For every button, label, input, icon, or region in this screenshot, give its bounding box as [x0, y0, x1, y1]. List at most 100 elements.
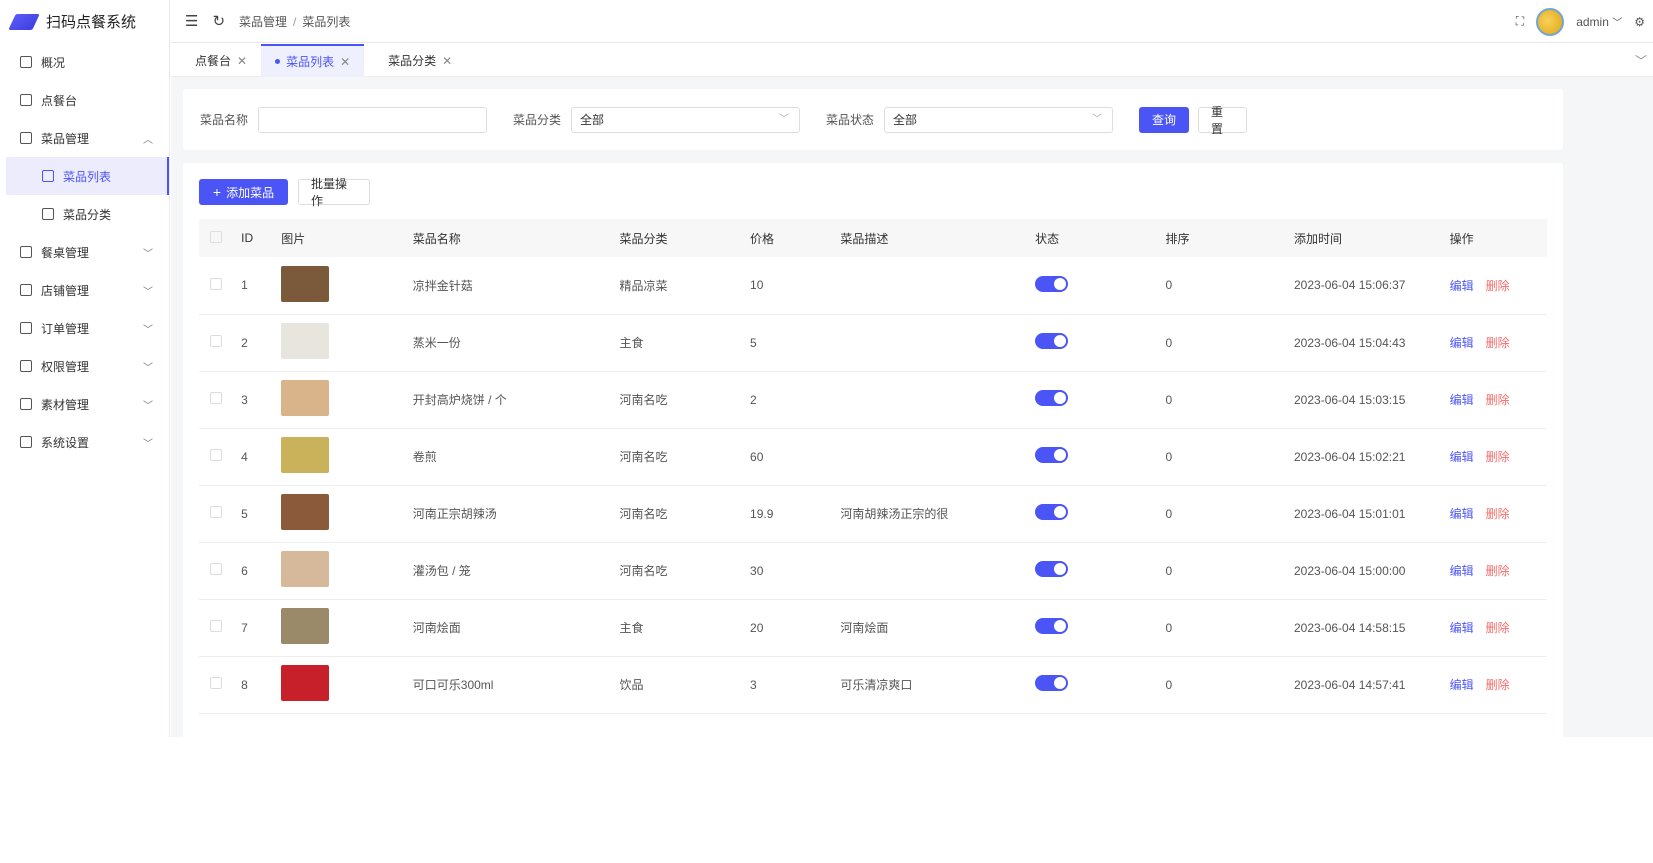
sidebar-item[interactable]: 餐桌管理 ﹀ [0, 233, 169, 271]
row-checkbox[interactable] [210, 563, 222, 575]
dish-image[interactable] [281, 437, 330, 473]
dish-sort: 0 [1165, 428, 1294, 486]
tab-label: 菜品分类 [388, 54, 437, 68]
category-select[interactable]: 全部 ﹀ [571, 106, 801, 133]
edit-link[interactable]: 编辑 [1450, 621, 1474, 635]
edit-link[interactable]: 编辑 [1450, 678, 1474, 692]
sidebar-item-label: 菜品管理 [41, 131, 90, 146]
column-header: 菜品分类 [619, 219, 751, 257]
delete-link[interactable]: 删除 [1486, 564, 1510, 578]
row-checkbox[interactable] [210, 677, 222, 689]
row-checkbox[interactable] [210, 449, 222, 461]
sidebar-item[interactable]: 店铺管理 ﹀ [0, 271, 169, 309]
status-toggle[interactable] [1035, 675, 1069, 691]
dish-image[interactable] [281, 608, 330, 644]
batch-button[interactable]: 批量操作 [298, 177, 370, 208]
chart-icon [20, 56, 32, 68]
sidebar-item-label: 素材管理 [41, 397, 90, 412]
chevron-down-icon: ﹀ [143, 286, 153, 298]
sidebar-item[interactable]: 订单管理 ﹀ [0, 309, 169, 347]
tab-dish-list[interactable]: 菜品列表 ✕ [261, 44, 365, 77]
status-toggle[interactable] [1035, 561, 1069, 577]
sidebar-item[interactable]: 权限管理 ﹀ [0, 347, 169, 385]
edit-link[interactable]: 编辑 [1450, 279, 1474, 293]
query-button[interactable]: 查询 [1139, 106, 1190, 133]
dish-image[interactable] [281, 265, 330, 302]
row-checkbox[interactable] [210, 277, 222, 290]
tab-dining[interactable]: 点餐台 ✕ [171, 44, 261, 77]
status-toggle[interactable] [1035, 618, 1069, 634]
delete-link[interactable]: 删除 [1486, 678, 1510, 692]
close-icon[interactable]: ✕ [442, 54, 452, 68]
dish-sort: 0 [1165, 371, 1294, 429]
delete-link[interactable]: 删除 [1486, 393, 1510, 407]
sidebar-item-label: 权限管理 [41, 359, 90, 374]
breadcrumb-item: 菜品列表 [302, 14, 351, 29]
tab-dish-category[interactable]: 菜品分类 ✕ [364, 44, 466, 77]
sidebar-item[interactable]: 系统设置 ﹀ [0, 423, 169, 461]
add-dish-button[interactable]: + 添加菜品 [199, 179, 288, 205]
sidebar-item[interactable]: 点餐台 [0, 81, 169, 119]
select-all-checkbox[interactable] [210, 230, 222, 243]
fullscreen-icon[interactable]: ⛶ [1516, 14, 1524, 29]
dish-price: 20 [750, 599, 841, 657]
user-menu[interactable]: admin ﹀ [1576, 14, 1622, 29]
edit-link[interactable]: 编辑 [1450, 507, 1474, 521]
reset-button[interactable]: 重置 [1198, 105, 1248, 136]
dish-image[interactable] [281, 323, 330, 359]
collapse-menu-icon[interactable]: ☰ [185, 12, 198, 30]
breadcrumb-item[interactable]: 菜品管理 [239, 15, 287, 29]
avatar[interactable] [1536, 7, 1565, 36]
row-checkbox[interactable] [210, 335, 222, 347]
status-toggle[interactable] [1035, 504, 1069, 520]
chevron-down-icon[interactable]: ﹀ [1635, 52, 1647, 69]
status-toggle[interactable] [1035, 390, 1069, 406]
edit-link[interactable]: 编辑 [1450, 564, 1474, 578]
delete-link[interactable]: 删除 [1486, 279, 1510, 293]
delete-link[interactable]: 删除 [1486, 336, 1510, 350]
gear-icon[interactable]: ⚙ [1634, 15, 1645, 29]
close-icon[interactable]: ✕ [237, 54, 247, 68]
edit-link[interactable]: 编辑 [1450, 450, 1474, 464]
dish-name: 可口可乐300ml [412, 656, 620, 714]
refresh-icon[interactable]: ↻ [212, 12, 225, 30]
dish-image[interactable] [281, 551, 330, 587]
column-header: 操作 [1449, 219, 1547, 257]
dish-name: 河南正宗胡辣汤 [412, 485, 620, 543]
sidebar-item[interactable]: 素材管理 ﹀ [0, 385, 169, 423]
delete-link[interactable]: 删除 [1486, 507, 1510, 521]
sidebar-item-label: 系统设置 [41, 435, 90, 450]
edit-link[interactable]: 编辑 [1450, 393, 1474, 407]
dish-description: 河南胡辣汤正宗的很 [840, 485, 1036, 543]
dish-id: 7 [241, 599, 282, 657]
sidebar-item[interactable]: 菜品管理 ︿ [0, 119, 169, 157]
dish-image[interactable] [281, 665, 330, 701]
edit-link[interactable]: 编辑 [1450, 336, 1474, 350]
delete-link[interactable]: 删除 [1486, 450, 1510, 464]
close-icon[interactable]: ✕ [340, 55, 350, 69]
filter-form: 菜品名称 菜品分类 全部 ﹀ 菜品状态 全部 ﹀ 查询 重置 [183, 89, 1563, 150]
dish-image[interactable] [281, 494, 330, 530]
status-toggle[interactable] [1035, 447, 1069, 463]
delete-link[interactable]: 删除 [1486, 621, 1510, 635]
row-checkbox[interactable] [210, 506, 222, 518]
row-checkbox[interactable] [210, 620, 222, 632]
dish-image[interactable] [281, 380, 330, 416]
tab-label: 菜品列表 [286, 55, 335, 69]
column-header: 图片 [281, 219, 413, 257]
dish-category: 河南名吃 [619, 428, 751, 486]
chevron-down-icon: ﹀ [143, 248, 153, 260]
gear-icon [20, 436, 32, 448]
sidebar-item[interactable]: 概况 [0, 43, 169, 81]
status-select[interactable]: 全部 ﹀ [884, 106, 1114, 133]
name-input[interactable] [258, 106, 488, 133]
dish-added-time: 2023-06-04 15:06:37 [1294, 257, 1450, 315]
status-toggle[interactable] [1035, 275, 1069, 292]
row-checkbox[interactable] [210, 392, 222, 404]
dish-added-time: 2023-06-04 15:01:01 [1294, 485, 1450, 543]
chevron-down-icon: ﹀ [143, 324, 153, 336]
sidebar-subitem[interactable]: 菜品列表 [6, 157, 169, 195]
sidebar-subitem[interactable]: 菜品分类 [0, 195, 169, 233]
status-toggle[interactable] [1035, 333, 1069, 349]
app-logo[interactable]: 扫码点餐系统 [0, 0, 169, 43]
